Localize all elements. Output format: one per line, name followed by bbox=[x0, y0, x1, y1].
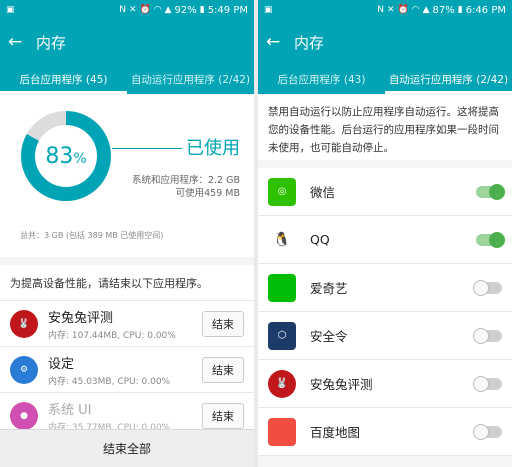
list-item: ⬡ 安全令 bbox=[258, 312, 512, 360]
autorun-toggle[interactable] bbox=[476, 231, 505, 248]
end-app-button[interactable]: 结束 bbox=[202, 356, 244, 383]
app-stats: 内存: 107.44MB, CPU: 0.00% bbox=[48, 330, 176, 341]
lollipop-icon: ● bbox=[10, 401, 38, 430]
list-item: 🐧 QQ bbox=[258, 216, 512, 264]
app-bar: ← 内存 bbox=[0, 20, 254, 64]
available-memory: 可使用459 MB bbox=[175, 188, 240, 199]
tab-background-apps[interactable]: 后台应用程序 (43) bbox=[258, 64, 385, 94]
list-item: ⚙ 设定 内存: 45.03MB, CPU: 0.00% 结束 bbox=[0, 347, 254, 393]
app-name: 安兔兔评测 bbox=[310, 377, 373, 392]
page-title: 内存 bbox=[294, 33, 325, 52]
app-bar: ← 内存 bbox=[258, 20, 512, 64]
app-name: QQ bbox=[310, 232, 330, 247]
wifi-icon: ◠ bbox=[411, 5, 420, 15]
back-arrow-icon[interactable]: ← bbox=[266, 32, 288, 52]
alarm-icon: ⏰ bbox=[139, 5, 151, 15]
app-name: 爱奇艺 bbox=[310, 281, 348, 296]
system-apps-usage: 系统和应用程序：2.2 GB bbox=[131, 175, 240, 186]
antutu-icon: 🐰 bbox=[10, 309, 38, 338]
nfc-icon: N bbox=[377, 5, 384, 15]
battery-icon: ▮ bbox=[457, 5, 463, 15]
memory-percent: 83% bbox=[18, 108, 114, 204]
left-screen: ▣ N ✕ ⏰ ◠ ▲ 92% ▮ 5:49 PM ← 内存 后台应用程序 (4… bbox=[0, 0, 254, 467]
tab-autorun-apps[interactable]: 自动运行应用程序 (2/42) bbox=[127, 64, 254, 94]
used-leader-line bbox=[112, 148, 182, 149]
background-app-list: 🐰 安兔兔评测 内存: 107.44MB, CPU: 0.00% 结束 ⚙ 设定… bbox=[0, 301, 254, 439]
battery-level: 87% bbox=[432, 4, 455, 16]
alarm-icon: ⏰ bbox=[397, 5, 409, 15]
autorun-toggle[interactable] bbox=[473, 375, 502, 392]
mute-icon: ✕ bbox=[386, 5, 395, 15]
autorun-toggle[interactable] bbox=[473, 279, 502, 296]
tab-background-apps[interactable]: 后台应用程序 (45) bbox=[0, 64, 127, 94]
wifi-icon: ◠ bbox=[153, 5, 162, 15]
autorun-toggle[interactable] bbox=[473, 327, 502, 344]
qq-icon: 🐧 bbox=[268, 225, 296, 254]
toggle-knob bbox=[489, 231, 505, 248]
signal-icon: ▲ bbox=[422, 5, 430, 15]
list-item: 🐰 安兔兔评测 内存: 107.44MB, CPU: 0.00% 结束 bbox=[0, 301, 254, 347]
memory-card: 83% 已使用 系统和应用程序：2.2 GB 可使用459 MB 总共：3 GB… bbox=[0, 94, 254, 257]
notification-icon: ▣ bbox=[6, 5, 15, 15]
notification-icon: ▣ bbox=[264, 5, 273, 15]
wechat-icon: ◎ bbox=[268, 177, 296, 206]
mute-icon: ✕ bbox=[128, 5, 137, 15]
settings-icon: ⚙ bbox=[10, 355, 38, 384]
antutu-icon: 🐰 bbox=[268, 369, 296, 398]
memory-detail: 系统和应用程序：2.2 GB 可使用459 MB bbox=[132, 174, 240, 200]
app-name: 设定 bbox=[48, 356, 75, 372]
memory-percent-value: 83 bbox=[45, 143, 74, 169]
app-name: 百度地图 bbox=[310, 425, 361, 440]
tab-autorun-apps[interactable]: 自动运行应用程序 (2/42) bbox=[385, 64, 512, 94]
tab-bar: 后台应用程序 (45) 自动运行应用程序 (2/42) bbox=[0, 64, 254, 94]
baidu-map-icon bbox=[268, 417, 296, 446]
list-item: ◎ 微信 bbox=[258, 168, 512, 216]
end-app-button[interactable]: 结束 bbox=[202, 402, 244, 429]
app-stats: 内存: 45.03MB, CPU: 0.00% bbox=[48, 376, 171, 387]
security-token-icon: ⬡ bbox=[268, 321, 296, 350]
autorun-toggle[interactable] bbox=[476, 183, 505, 200]
status-bar: ▣ N ✕ ⏰ ◠ ▲ 87% ▮ 6:46 PM bbox=[258, 0, 512, 20]
total-memory: 总共：3 GB (包括 389 MB 已使用空间) bbox=[20, 231, 164, 240]
list-item: 爱奇艺 bbox=[258, 264, 512, 312]
autorun-toggle[interactable] bbox=[473, 423, 502, 440]
list-item: 🐰 安兔兔评测 bbox=[258, 360, 512, 408]
autorun-description: 禁用自动运行以防止应用程序自动运行。这将提高您的设备性能。后台运行的应用程序如果… bbox=[258, 94, 512, 160]
app-name: 系统 UI bbox=[48, 402, 92, 418]
toggle-knob bbox=[473, 279, 489, 296]
status-bar: ▣ N ✕ ⏰ ◠ ▲ 92% ▮ 5:49 PM bbox=[0, 0, 254, 20]
app-name: 微信 bbox=[310, 185, 336, 200]
back-arrow-icon[interactable]: ← bbox=[8, 32, 30, 52]
memory-percent-sign: % bbox=[73, 150, 87, 167]
used-label: 已使用 bbox=[186, 138, 240, 159]
tab-bar: 后台应用程序 (43) 自动运行应用程序 (2/42) bbox=[258, 64, 512, 94]
signal-icon: ▲ bbox=[164, 5, 172, 15]
autorun-app-list: ◎ 微信 🐧 QQ 爱奇艺 ⬡ 安全令 🐰 安兔兔评测 百度地图 bbox=[258, 168, 512, 456]
iqiyi-icon bbox=[268, 273, 296, 302]
end-all-button[interactable]: 结束全部 bbox=[0, 429, 254, 467]
toggle-knob bbox=[473, 375, 489, 392]
right-screen: ▣ N ✕ ⏰ ◠ ▲ 87% ▮ 6:46 PM ← 内存 后台应用程序 (4… bbox=[258, 0, 512, 467]
toggle-knob bbox=[489, 183, 505, 200]
app-name: 安全令 bbox=[310, 329, 348, 344]
page-title: 内存 bbox=[36, 33, 67, 52]
nfc-icon: N bbox=[119, 5, 126, 15]
app-name: 安兔兔评测 bbox=[48, 310, 114, 326]
end-app-button[interactable]: 结束 bbox=[202, 310, 244, 337]
battery-level: 92% bbox=[174, 4, 197, 16]
list-item: 百度地图 bbox=[258, 408, 512, 456]
battery-icon: ▮ bbox=[199, 5, 205, 15]
toggle-knob bbox=[473, 423, 489, 440]
toggle-knob bbox=[473, 327, 489, 344]
performance-hint: 为提高设备性能，请结束以下应用程序。 bbox=[0, 265, 254, 301]
clock: 5:49 PM bbox=[207, 4, 248, 16]
clock: 6:46 PM bbox=[465, 4, 506, 16]
